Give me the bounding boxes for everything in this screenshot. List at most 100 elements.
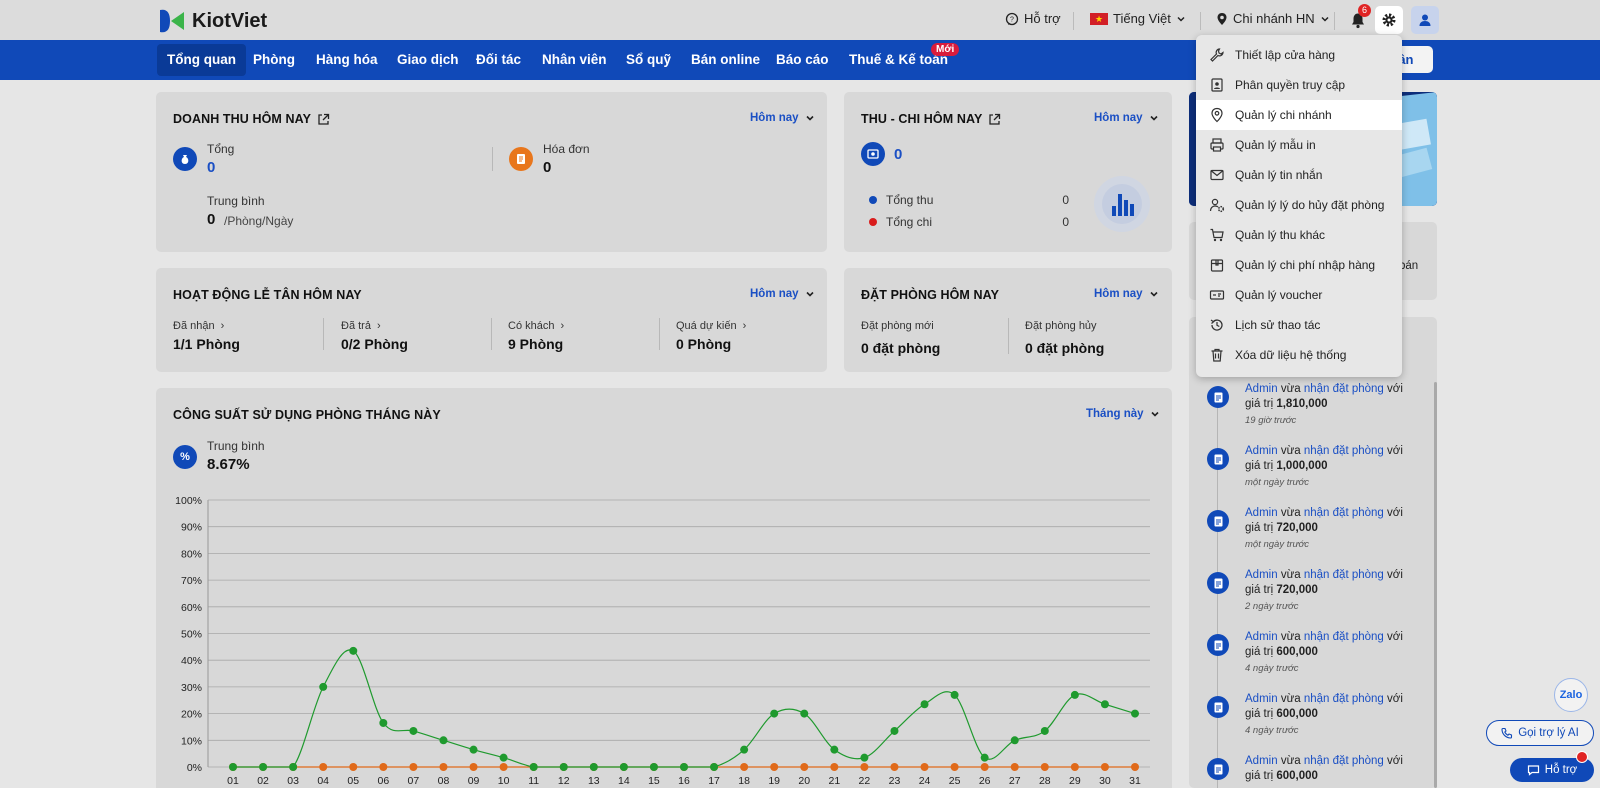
feed-item[interactable]: Admin vừa nhận đặt phòng với giá trị 600,… bbox=[1189, 630, 1437, 692]
x-tick-label: 24 bbox=[919, 775, 931, 787]
feed-action-link[interactable]: nhận đặt phòng bbox=[1304, 693, 1384, 705]
feed-user-link[interactable]: Admin bbox=[1245, 507, 1278, 519]
document-icon bbox=[1207, 510, 1229, 532]
gear-icon bbox=[1382, 13, 1396, 27]
checked-out-label-text: Đã trả bbox=[341, 320, 371, 332]
feed-text: Admin vừa nhận đặt phòng với giá trị 1,81… bbox=[1245, 382, 1415, 412]
feed-user-link[interactable]: Admin bbox=[1245, 755, 1278, 767]
overdue-stat[interactable]: Quá dự kiến › 0 Phòng bbox=[676, 320, 746, 352]
reception-card: HOẠT ĐỘNG LỄ TÂN HÔM NAY Hôm nay Đã nhận… bbox=[156, 268, 827, 372]
menu-delete-data[interactable]: Xóa dữ liệu hệ thống bbox=[1196, 340, 1402, 370]
notification-button[interactable]: 6 bbox=[1344, 4, 1372, 34]
nav-reports[interactable]: Báo cáo bbox=[766, 44, 839, 76]
zalo-button[interactable]: Zalo bbox=[1554, 678, 1588, 712]
activity-feed: Admin vừa nhận đặt phòng với giá trị 1,81… bbox=[1189, 382, 1437, 788]
feed-action-link[interactable]: nhận đặt phòng bbox=[1304, 631, 1384, 643]
nav-rooms[interactable]: Phòng bbox=[243, 44, 305, 76]
nav-overview[interactable]: Tổng quan bbox=[157, 44, 246, 76]
box-icon bbox=[1210, 259, 1224, 272]
nav-partners[interactable]: Đối tác bbox=[466, 44, 531, 76]
user-avatar-button[interactable] bbox=[1411, 6, 1439, 34]
language-select[interactable]: ★ Tiếng Việt bbox=[1090, 11, 1186, 26]
feed-user-link[interactable]: Admin bbox=[1245, 693, 1278, 705]
nav-staff[interactable]: Nhân viên bbox=[532, 44, 617, 76]
menu-activity-history[interactable]: Lịch sử thao tác bbox=[1196, 310, 1402, 340]
support-chat-label: Hỗ trợ bbox=[1544, 764, 1578, 776]
feed-user-link[interactable]: Admin bbox=[1245, 383, 1278, 395]
nav-cashbook[interactable]: Sổ quỹ bbox=[616, 44, 681, 76]
data-point bbox=[349, 646, 358, 655]
support-link[interactable]: ? Hỗ trợ bbox=[1005, 11, 1061, 26]
overdue-label: Quá dự kiến › bbox=[676, 320, 746, 332]
x-tick-label: 09 bbox=[468, 775, 480, 787]
external-link-icon[interactable] bbox=[988, 113, 1001, 126]
y-tick-label: 90% bbox=[181, 522, 202, 534]
menu-access-permissions[interactable]: Phân quyền truy cập bbox=[1196, 70, 1402, 100]
x-tick-label: 30 bbox=[1099, 775, 1111, 787]
menu-other-income[interactable]: Quản lý thu khác bbox=[1196, 220, 1402, 250]
data-point bbox=[319, 763, 328, 771]
reception-period-select[interactable]: Hôm nay bbox=[750, 288, 815, 300]
feed-user-link[interactable]: Admin bbox=[1245, 445, 1278, 457]
data-point bbox=[259, 763, 268, 771]
data-point bbox=[980, 763, 989, 771]
menu-branch-management[interactable]: Quản lý chi nhánh bbox=[1196, 100, 1402, 130]
checked-out-stat[interactable]: Đã trả › 0/2 Phòng bbox=[341, 320, 408, 352]
feed-item[interactable]: Admin vừa nhận đặt phòng với giá trị 720,… bbox=[1189, 568, 1437, 630]
menu-print-templates[interactable]: Quản lý mẫu in bbox=[1196, 130, 1402, 160]
feed-user-link[interactable]: Admin bbox=[1245, 631, 1278, 643]
kiotviet-logo[interactable]: KiotViet bbox=[156, 6, 267, 36]
period-label: Hôm nay bbox=[750, 112, 799, 124]
chevron-right-icon: › bbox=[742, 320, 747, 332]
series-line bbox=[233, 649, 1136, 768]
feed-item[interactable]: Admin vừa nhận đặt phòng với giá trị 600,… bbox=[1189, 754, 1437, 788]
divider bbox=[1008, 318, 1009, 354]
document-icon bbox=[1207, 448, 1229, 470]
feed-action-link[interactable]: nhận đặt phòng bbox=[1304, 445, 1384, 457]
ai-assistant-button[interactable]: Gọi trợ lý AI bbox=[1486, 720, 1594, 746]
x-tick-label: 20 bbox=[798, 775, 810, 787]
cashflow-period-select[interactable]: Hôm nay bbox=[1094, 112, 1159, 124]
menu-vouchers[interactable]: Quản lý voucher bbox=[1196, 280, 1402, 310]
menu-store-settings[interactable]: Thiết lập cửa hàng bbox=[1196, 40, 1402, 70]
occupied-stat[interactable]: Có khách › 9 Phòng bbox=[508, 320, 564, 352]
feed-value: 720,000 bbox=[1276, 522, 1318, 534]
branch-label: Chi nhánh HN bbox=[1233, 11, 1315, 26]
svg-text:?: ? bbox=[1010, 16, 1014, 23]
nav-goods[interactable]: Hàng hóa bbox=[306, 44, 388, 76]
data-point bbox=[409, 763, 418, 771]
booking-period-select[interactable]: Hôm nay bbox=[1094, 288, 1159, 300]
feed-item[interactable]: Admin vừa nhận đặt phòng với giá trị 1,00… bbox=[1189, 444, 1437, 506]
chevron-right-icon: › bbox=[560, 320, 565, 332]
occupancy-period-select[interactable]: Tháng này bbox=[1086, 408, 1160, 420]
external-link-icon[interactable] bbox=[317, 113, 330, 126]
chevron-down-icon bbox=[806, 115, 814, 121]
branch-select[interactable]: Chi nhánh HN bbox=[1216, 11, 1330, 26]
average-unit: /Phòng/Ngày bbox=[224, 214, 294, 228]
feed-action-link[interactable]: nhận đặt phòng bbox=[1304, 507, 1384, 519]
feed-user-link[interactable]: Admin bbox=[1245, 569, 1278, 581]
nav-transactions[interactable]: Giao dịch bbox=[387, 44, 469, 76]
y-tick-label: 60% bbox=[181, 602, 202, 614]
data-point bbox=[379, 763, 388, 771]
settings-button[interactable] bbox=[1375, 6, 1403, 34]
feed-action-link[interactable]: nhận đặt phòng bbox=[1304, 569, 1384, 581]
menu-messages[interactable]: Quản lý tin nhắn bbox=[1196, 160, 1402, 190]
feed-item[interactable]: Admin vừa nhận đặt phòng với giá trị 720,… bbox=[1189, 506, 1437, 568]
feed-value-label: giá trị bbox=[1245, 584, 1274, 596]
x-tick-label: 19 bbox=[768, 775, 780, 787]
y-tick-label: 20% bbox=[181, 709, 202, 721]
x-tick-label: 26 bbox=[979, 775, 991, 787]
chat-icon bbox=[1527, 765, 1539, 776]
menu-cancel-reasons[interactable]: Quản lý lý do hủy đặt phòng bbox=[1196, 190, 1402, 220]
x-tick-label: 03 bbox=[287, 775, 299, 787]
feed-tail: với bbox=[1387, 755, 1403, 767]
feed-item[interactable]: Admin vừa nhận đặt phòng với giá trị 1,81… bbox=[1189, 382, 1437, 444]
feed-action-link[interactable]: nhận đặt phòng bbox=[1304, 383, 1384, 395]
feed-item[interactable]: Admin vừa nhận đặt phòng với giá trị 600,… bbox=[1189, 692, 1437, 754]
nav-online-sales[interactable]: Bán online bbox=[681, 44, 770, 76]
menu-import-costs[interactable]: Quản lý chi phí nhập hàng bbox=[1196, 250, 1402, 280]
revenue-period-select[interactable]: Hôm nay bbox=[750, 112, 815, 124]
feed-action-link[interactable]: nhận đặt phòng bbox=[1304, 755, 1384, 767]
received-stat[interactable]: Đã nhận › 1/1 Phòng bbox=[173, 320, 240, 352]
